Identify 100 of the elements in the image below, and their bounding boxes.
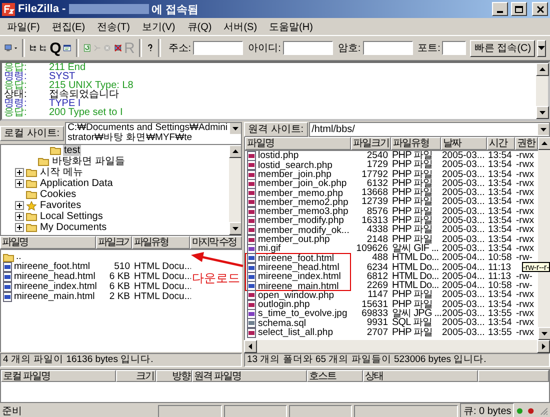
folder-icon bbox=[26, 212, 37, 221]
file-size: 9931 bbox=[366, 317, 388, 328]
column-header[interactable]: 상태 bbox=[363, 370, 478, 382]
file-type: HTML Docu... bbox=[134, 262, 191, 272]
column-header[interactable]: 방향 bbox=[156, 370, 192, 382]
file-name[interactable]: open_window.php bbox=[258, 290, 334, 300]
field-label: 아이디: bbox=[248, 42, 281, 55]
file-name[interactable]: member_out.php bbox=[258, 235, 330, 244]
expand-icon[interactable] bbox=[15, 223, 24, 232]
file-name[interactable]: schema.sql bbox=[258, 318, 306, 328]
file-time: 13:54 bbox=[488, 178, 512, 189]
file-time: 13:54 bbox=[488, 206, 512, 217]
expand-icon[interactable] bbox=[15, 168, 24, 177]
file-name[interactable]: mireene_foot.html bbox=[258, 254, 334, 263]
file-name[interactable]: mireene_head.html bbox=[14, 272, 96, 282]
file-name[interactable]: .. bbox=[16, 252, 22, 262]
file-date: 2005-04... bbox=[442, 272, 485, 282]
file-name[interactable]: lostid.php bbox=[258, 151, 299, 161]
menu-item[interactable]: 전송(T) bbox=[92, 20, 135, 34]
resize-grip-icon[interactable] bbox=[538, 406, 548, 416]
file-name[interactable]: member_join_ok.php bbox=[258, 179, 347, 189]
expand-icon[interactable] bbox=[15, 179, 24, 188]
column-header[interactable]: 날짜 bbox=[441, 137, 487, 150]
expand-icon[interactable] bbox=[15, 201, 24, 210]
file-type: HTML Docu... bbox=[134, 282, 191, 292]
column-header[interactable]: 파일유형 bbox=[391, 137, 441, 150]
star-folder-icon bbox=[26, 200, 37, 210]
file-name[interactable]: mireene_index.html bbox=[14, 282, 97, 292]
input-field[interactable] bbox=[442, 41, 466, 55]
file-name[interactable]: mi.gif bbox=[258, 244, 281, 254]
menu-item[interactable]: 보기(V) bbox=[136, 20, 180, 34]
field-label: 주소: bbox=[168, 42, 192, 55]
tree-item[interactable]: Application Data bbox=[39, 178, 114, 189]
tree-item[interactable]: Favorites bbox=[39, 200, 82, 211]
local-site-label: 로컬 사이트: bbox=[0, 126, 64, 140]
file-name[interactable]: member_modify_ok... bbox=[258, 226, 350, 236]
dropdown-button[interactable] bbox=[537, 40, 546, 56]
file-permissions: -rwx bbox=[516, 328, 534, 338]
scrollbar[interactable] bbox=[244, 340, 550, 352]
file-size: 109626 bbox=[356, 242, 388, 254]
tree-item[interactable]: Local Settings bbox=[39, 211, 104, 222]
expand-icon[interactable] bbox=[15, 212, 24, 221]
file-name[interactable]: member_memo.php bbox=[258, 188, 344, 198]
tree-item[interactable]: 바탕화면 파일들 bbox=[51, 156, 126, 167]
menu-item[interactable]: 서버(S) bbox=[218, 20, 262, 34]
file-time: 13:55 bbox=[488, 309, 512, 320]
file-size: 6234 bbox=[366, 262, 388, 273]
tree-item[interactable]: test bbox=[63, 145, 82, 156]
tree-item[interactable]: Cookies bbox=[39, 189, 78, 200]
file-type: HTML Do... bbox=[392, 253, 439, 264]
scrollbar[interactable] bbox=[536, 63, 548, 119]
column-header[interactable]: 마지막 수정 bbox=[190, 236, 242, 249]
column-header[interactable]: 파일유형 bbox=[132, 236, 190, 249]
column-header[interactable]: 호스트 bbox=[307, 370, 363, 382]
tree-item[interactable]: My Documents bbox=[39, 222, 108, 233]
column-header[interactable]: 크기 bbox=[116, 370, 156, 382]
tree-item[interactable]: 시작 메뉴 bbox=[39, 167, 84, 178]
menu-item[interactable]: 도움말(H) bbox=[264, 20, 318, 34]
menu-item[interactable]: 파일(F) bbox=[2, 20, 45, 34]
file-name[interactable]: member_modify.php bbox=[258, 216, 344, 226]
file-name[interactable]: lostid_search.php bbox=[258, 160, 332, 170]
column-header[interactable]: 시간 bbox=[487, 137, 515, 150]
file-permissions: -rwx bbox=[516, 309, 534, 320]
close-button[interactable] bbox=[532, 2, 548, 16]
file-date: 2005-03... bbox=[442, 234, 485, 245]
path-dropdown[interactable]: C:₩Documents and Settings₩Administrator₩바탕 화면₩MYF₩te bbox=[64, 122, 242, 144]
quick-connect-button[interactable]: 빠른 접속(C) bbox=[470, 40, 536, 56]
file-name[interactable]: member_memo2.php bbox=[258, 198, 348, 208]
column-header[interactable]: 로컬 파일명 bbox=[1, 370, 116, 382]
file-name[interactable]: mireene_head.html bbox=[258, 262, 340, 272]
window-title: FileZilla - bbox=[18, 3, 66, 15]
toolbar-button[interactable]: Q bbox=[50, 40, 62, 56]
column-header[interactable]: 파일크기 bbox=[96, 236, 132, 249]
input-field[interactable] bbox=[193, 41, 244, 55]
scrollbar[interactable] bbox=[229, 145, 241, 235]
file-size: 6132 bbox=[366, 178, 388, 189]
file-name[interactable]: mireene_main.html bbox=[258, 282, 339, 291]
file-name[interactable]: mireene_main.html bbox=[14, 292, 95, 302]
file-name[interactable]: s_time_to_evolve.jpg bbox=[258, 309, 348, 319]
column-header[interactable]: 파일명 bbox=[0, 236, 96, 249]
maximize-button[interactable] bbox=[511, 2, 527, 16]
column-header[interactable]: 파일명 bbox=[245, 137, 351, 150]
input-field[interactable] bbox=[362, 41, 413, 55]
menu-item[interactable]: 큐(Q) bbox=[182, 20, 217, 34]
file-icon bbox=[247, 234, 256, 245]
file-name[interactable]: mireene_index.html bbox=[258, 272, 341, 282]
file-icon bbox=[247, 225, 256, 236]
file-name[interactable]: outlogin.php bbox=[258, 300, 310, 310]
minimize-button[interactable] bbox=[492, 2, 508, 16]
file-name[interactable]: select_list_all.php bbox=[258, 328, 333, 338]
input-field[interactable] bbox=[282, 41, 333, 55]
file-size: 6812 bbox=[366, 270, 388, 282]
file-name[interactable]: member_memo3.php bbox=[258, 207, 348, 216]
column-header[interactable]: 권한 bbox=[515, 137, 538, 150]
path-dropdown[interactable]: /html/bbs/ bbox=[308, 122, 550, 137]
file-name[interactable]: mireene_foot.html bbox=[14, 262, 90, 272]
column-header[interactable]: 파일크기 bbox=[351, 137, 391, 150]
file-name[interactable]: member_join.php bbox=[258, 170, 332, 180]
menu-item[interactable]: 편집(E) bbox=[46, 20, 90, 34]
column-header[interactable]: 원격 파일명 bbox=[192, 370, 307, 382]
